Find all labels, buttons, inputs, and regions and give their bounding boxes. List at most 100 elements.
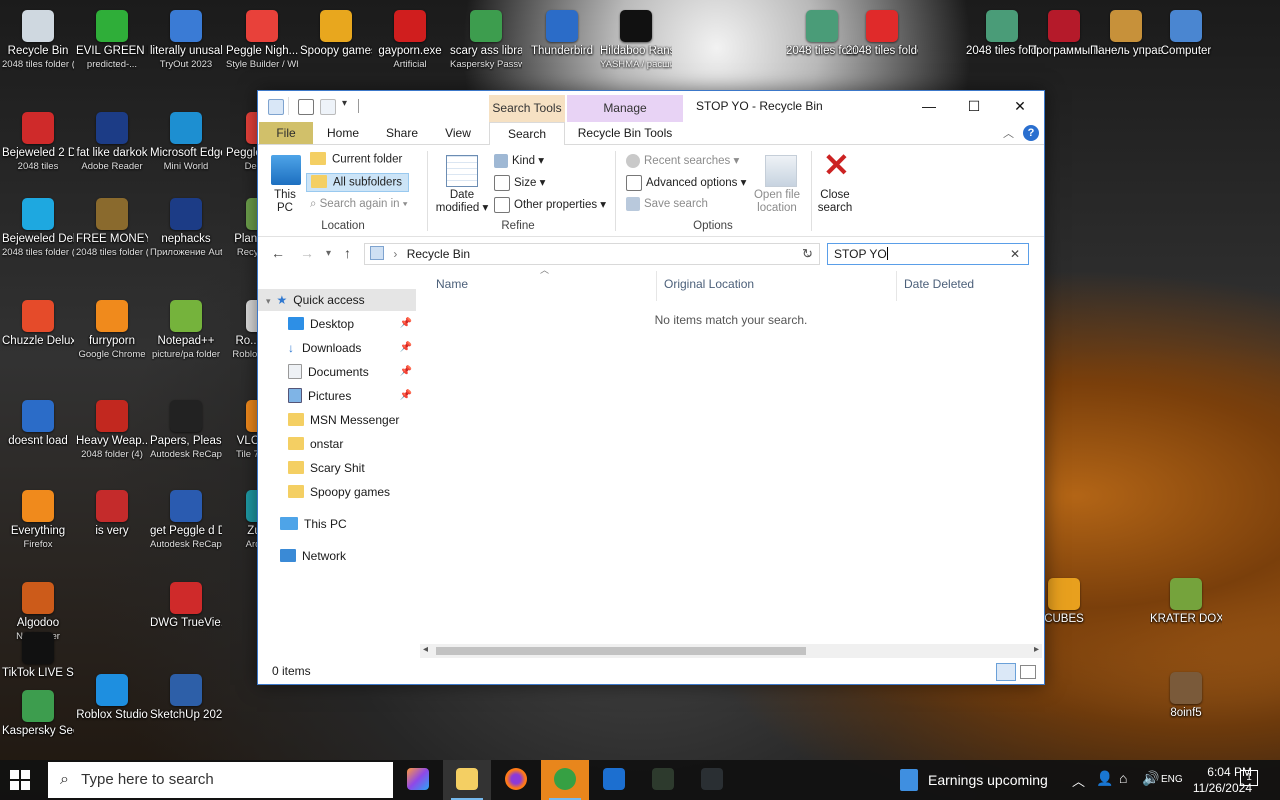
nav-item-scary-shit[interactable]: Scary Shit	[288, 457, 416, 479]
size-button[interactable]: Size ▾	[494, 175, 545, 191]
desktop-icon[interactable]: is very	[76, 490, 148, 538]
desktop-icon[interactable]: Roblox Studio	[76, 674, 148, 722]
minimize-button[interactable]: —	[906, 91, 952, 121]
search-input[interactable]: STOP YO	[834, 247, 887, 261]
desktop-icon[interactable]: doesnt load	[2, 400, 74, 448]
weather-widget-text[interactable]: Earnings upcoming	[928, 772, 1048, 788]
this-pc-button[interactable]: This PC	[270, 189, 300, 215]
maximize-button[interactable]: ☐	[951, 91, 997, 121]
date-modified-button[interactable]: Date modified ▾	[434, 189, 490, 215]
all-subfolders-button[interactable]: All subfolders	[306, 173, 410, 192]
nav-item-desktop[interactable]: Desktop 📌	[288, 313, 416, 335]
people-icon[interactable]: 👤	[1096, 770, 1113, 787]
desktop-icon[interactable]: nephacks Приложение Autodesk	[150, 198, 222, 259]
column-header-date-deleted[interactable]: Date Deleted	[904, 277, 974, 291]
desktop-icon[interactable]: Heavy Weap... 2048 folder (4)	[76, 400, 148, 461]
nav-item-quick-access[interactable]: ▾ ★ Quick access	[258, 289, 416, 311]
taskbar-search-box[interactable]: ⌕ Type here to search	[48, 762, 393, 798]
up-arrow-icon[interactable]: ↑	[344, 245, 351, 261]
scroll-right-icon[interactable]: ▸	[1034, 644, 1039, 655]
nav-item-spoopy-games[interactable]: Spoopy games	[288, 481, 416, 503]
taskbar-firefox[interactable]	[492, 760, 540, 800]
nav-item-documents[interactable]: Documents 📌	[288, 361, 416, 383]
other-properties-button[interactable]: Other properties ▾	[494, 197, 606, 213]
desktop-icon[interactable]: scary ass library Kaspersky Password	[450, 10, 522, 71]
search-again-in-button[interactable]: ⌕ Search again in ▾	[310, 198, 408, 211]
tab-recycle-bin-tools[interactable]: Recycle Bin Tools	[568, 122, 682, 144]
address-bar[interactable]: › Recycle Bin ⌄	[364, 243, 820, 265]
new-folder-icon[interactable]	[320, 99, 336, 115]
kind-button[interactable]: Kind ▾	[494, 153, 544, 168]
desktop-icon[interactable]: Chuzzle Deluxe	[2, 300, 74, 348]
desktop-icon[interactable]: Hildaboo Ransomwa... YASHMA / расшифроват…	[600, 10, 672, 71]
nav-item-network[interactable]: Network	[280, 545, 416, 567]
taskbar-file-explorer[interactable]	[443, 760, 491, 800]
show-hidden-icons-chevron-icon[interactable]: ︿	[1072, 771, 1085, 790]
horizontal-scrollbar[interactable]: ◂ ▸	[420, 644, 1042, 658]
column-divider[interactable]	[656, 271, 657, 301]
desktop-icon[interactable]: fat like darkok Adobe Reader	[76, 112, 148, 173]
open-file-location-button[interactable]: Open file location	[750, 189, 804, 215]
current-folder-button[interactable]: Current folder	[310, 152, 402, 166]
column-header-name[interactable]: Name	[436, 277, 468, 291]
taskbar-app-dim[interactable]	[639, 760, 687, 800]
clear-search-icon[interactable]: ✕	[1010, 244, 1020, 264]
desktop-icon[interactable]: KRATER DOX	[1150, 578, 1222, 626]
desktop-icon[interactable]: Bejeweled Deluxe 2048 tiles folder (6)	[2, 198, 74, 259]
desktop-icon[interactable]: Papers, Please Autodesk ReCap	[150, 400, 222, 461]
tab-file[interactable]: File	[259, 122, 313, 144]
desktop-icon[interactable]: FREE MONEY.com 2048 tiles folder (1)	[76, 198, 148, 259]
column-header-original-location[interactable]: Original Location	[664, 277, 754, 291]
properties-icon[interactable]	[298, 99, 314, 115]
volume-icon[interactable]: 🔊	[1142, 770, 1159, 787]
collapse-ribbon-icon[interactable]: ︿	[1003, 125, 1014, 141]
desktop-icon[interactable]: Microsoft Edge Mini World	[150, 112, 222, 173]
taskbar-app[interactable]	[590, 760, 638, 800]
recent-searches-button[interactable]: Recent searches ▾	[626, 153, 739, 168]
taskbar-msn-messenger[interactable]	[541, 760, 589, 800]
nav-item-onstar[interactable]: onstar	[288, 433, 416, 455]
desktop-icon[interactable]: SketchUp 2023	[150, 674, 222, 722]
weather-news-icon[interactable]	[900, 769, 918, 791]
desktop-icon[interactable]: Computer	[1150, 10, 1222, 58]
nav-item-pictures[interactable]: Pictures 📌	[288, 385, 416, 407]
advanced-options-button[interactable]: Advanced options ▾	[626, 175, 746, 191]
language-indicator[interactable]: ENG	[1161, 774, 1183, 785]
desktop-icon[interactable]: TikTok LIVE Studio	[2, 632, 74, 680]
network-status-icon[interactable]: ⌂	[1119, 770, 1127, 786]
desktop-icon[interactable]: Everything Firefox	[2, 490, 74, 551]
desktop-icon[interactable]: Peggle Nigh... Style Builder / WhatsApp	[226, 10, 298, 71]
close-search-button[interactable]: Close search	[816, 189, 854, 215]
desktop-icon[interactable]: Recycle Bin 2048 tiles folder (3)	[2, 10, 74, 71]
recent-locations-icon[interactable]: ▾	[326, 248, 331, 259]
large-icons-view-icon[interactable]	[1020, 665, 1036, 679]
desktop-icon[interactable]: 8oinf5	[1150, 672, 1222, 720]
nav-item-this-pc[interactable]: This PC	[280, 513, 416, 535]
scroll-left-icon[interactable]: ◂	[423, 644, 428, 655]
nav-item-msn-messenger[interactable]: MSN Messenger	[288, 409, 416, 431]
forward-arrow-icon[interactable]: →	[300, 245, 314, 261]
desktop-icon[interactable]: gayporn.exe Artificial	[374, 10, 446, 71]
taskbar-copilot[interactable]	[394, 760, 442, 800]
taskbar-app-dim[interactable]	[688, 760, 736, 800]
scrollbar-thumb[interactable]	[436, 647, 806, 655]
refresh-icon[interactable]: ↻	[802, 246, 813, 262]
details-view-icon[interactable]	[996, 663, 1016, 681]
desktop-icon[interactable]: literally unusable TryOut 2023	[150, 10, 222, 71]
tab-search[interactable]: Search	[489, 122, 565, 146]
desktop-icon[interactable]: Thunderbird	[526, 10, 598, 58]
desktop-icon[interactable]: DWG TrueVie...	[150, 582, 222, 630]
windows-start-icon[interactable]	[10, 770, 30, 790]
close-button[interactable]: ✕	[997, 91, 1043, 121]
desktop-icon[interactable]: Bejeweled 2 Deluxe 2048 tiles	[2, 112, 74, 173]
notifications-icon[interactable]: 1	[1240, 770, 1258, 786]
back-arrow-icon[interactable]: ←	[271, 245, 285, 261]
tab-view[interactable]: View	[434, 122, 482, 144]
desktop-icon[interactable]: Spoopy games	[300, 10, 372, 58]
column-divider[interactable]	[896, 271, 897, 301]
desktop-icon[interactable]: Notepad++ picture/pa folder	[150, 300, 222, 361]
tab-home[interactable]: Home	[318, 122, 368, 144]
desktop-icon[interactable]: furryporn Google Chrome	[76, 300, 148, 361]
help-icon[interactable]: ?	[1023, 125, 1039, 141]
desktop-icon[interactable]: EVIL GREEN MEN CO... predicted-...	[76, 10, 148, 71]
